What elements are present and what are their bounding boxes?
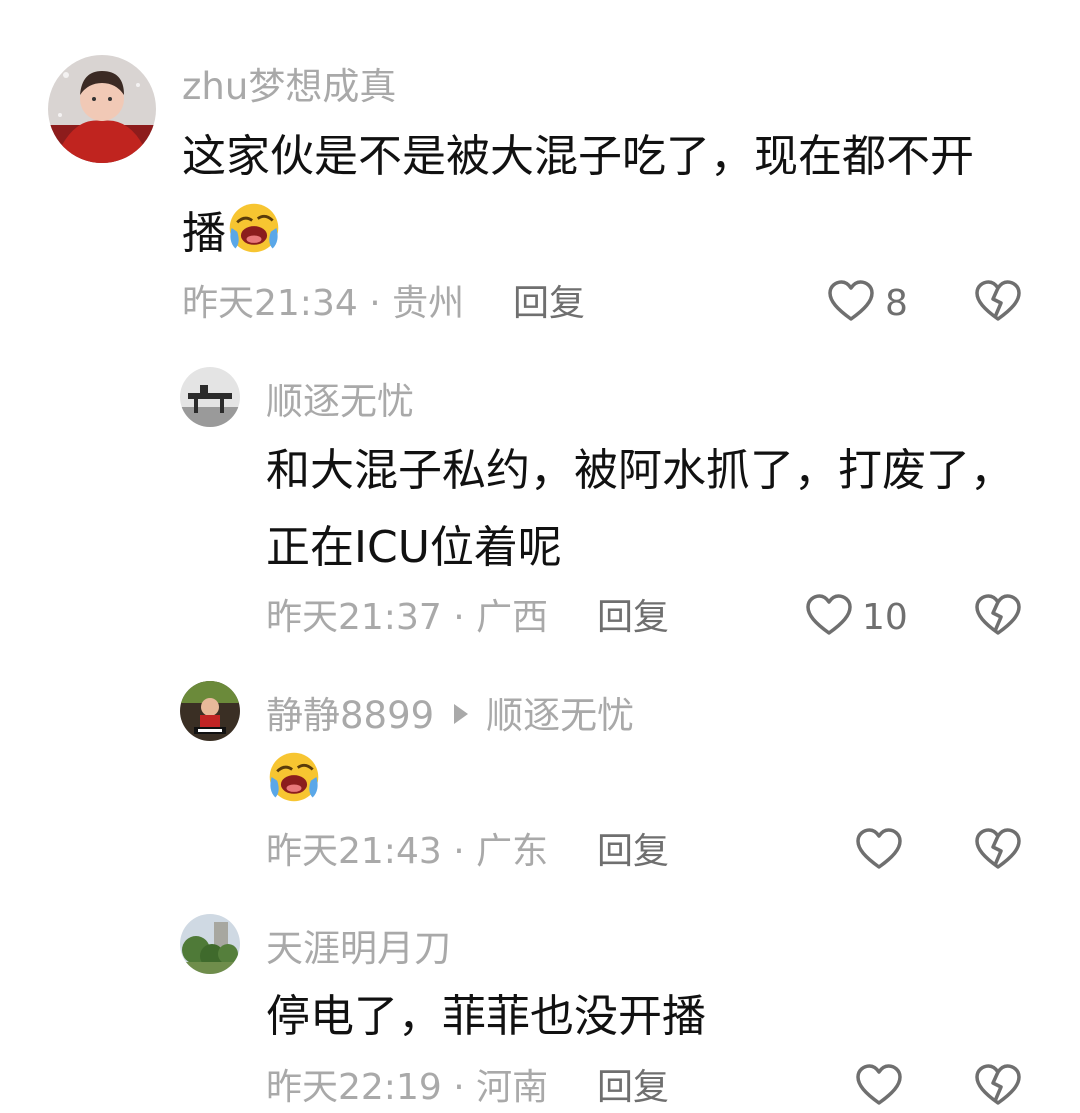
triangle-right-icon	[454, 704, 469, 724]
broken-heart-icon[interactable]	[974, 827, 1022, 871]
avatar-image	[180, 681, 240, 741]
comment-text-line: 停电了，菲菲也没开播	[266, 991, 706, 1042]
reply-button[interactable]: 回复	[597, 1070, 669, 1106]
avatar-image	[48, 55, 156, 163]
reply-to-username[interactable]: 顺逐无忧	[486, 694, 634, 737]
comment-meta: 昨天21:37 · 广西	[266, 600, 548, 636]
username[interactable]: 天涯明月刀	[266, 930, 451, 967]
comment-meta: 昨天21:34 · 贵州	[182, 286, 464, 322]
heart-outline-icon[interactable]	[855, 827, 903, 871]
avatar-image	[180, 914, 240, 974]
timestamp: 昨天22:19	[266, 1067, 442, 1108]
reply-button[interactable]: 回复	[597, 600, 669, 636]
location: 广西	[476, 597, 549, 638]
separator: ·	[453, 597, 465, 638]
rolling-laughing-emoji-icon	[266, 749, 322, 805]
timestamp: 昨天21:43	[266, 831, 442, 872]
comment-text-fragment: 播	[182, 208, 226, 259]
separator: ·	[453, 1067, 465, 1108]
separator: ·	[453, 831, 465, 872]
user-avatar[interactable]	[180, 367, 240, 427]
broken-heart-icon[interactable]	[974, 593, 1022, 637]
comment-meta: 昨天21:43 · 广东	[266, 834, 548, 870]
rolling-laughing-emoji-icon	[226, 200, 282, 256]
comment-text: 这家伙是不是被大混子吃了，现在都不开 播	[182, 118, 974, 272]
username: 静静8899 顺逐无忧	[266, 697, 634, 734]
location: 广东	[476, 831, 549, 872]
comment-text: 停电了，菲菲也没开播	[266, 978, 706, 1055]
reply-button[interactable]: 回复	[513, 286, 585, 322]
comment-thread: zhu梦想成真 这家伙是不是被大混子吃了，现在都不开 播 昨天21:34 · 贵…	[0, 0, 1080, 1113]
heart-outline-icon[interactable]	[805, 593, 853, 637]
comment-text-line: 正在ICU位着呢	[266, 522, 562, 573]
broken-heart-icon[interactable]	[974, 279, 1022, 323]
avatar-image	[180, 367, 240, 427]
user-avatar[interactable]	[180, 914, 240, 974]
reply-button[interactable]: 回复	[597, 834, 669, 870]
like-count: 10	[862, 597, 908, 638]
location: 河南	[476, 1067, 549, 1108]
location: 贵州	[392, 283, 465, 324]
username-link[interactable]: 静静8899	[266, 694, 434, 737]
separator: ·	[369, 283, 381, 324]
comment-text	[266, 744, 322, 821]
comment-text-line: 这家伙是不是被大混子吃了，现在都不开	[182, 131, 974, 182]
heart-outline-icon[interactable]	[827, 279, 875, 323]
timestamp: 昨天21:37	[266, 597, 442, 638]
user-avatar[interactable]	[48, 55, 156, 163]
comment-meta: 昨天22:19 · 河南	[266, 1070, 548, 1106]
timestamp: 昨天21:34	[182, 283, 358, 324]
username[interactable]: 顺逐无忧	[266, 383, 414, 420]
comment-text-line: 播	[182, 195, 974, 272]
heart-outline-icon[interactable]	[855, 1063, 903, 1107]
user-avatar[interactable]	[180, 681, 240, 741]
broken-heart-icon[interactable]	[974, 1063, 1022, 1107]
comment-text: 和大混子私约，被阿水抓了，打废了， 正在ICU位着呢	[266, 432, 1014, 586]
username[interactable]: zhu梦想成真	[182, 68, 396, 105]
comment-text-line: 和大混子私约，被阿水抓了，打废了，	[266, 445, 1014, 496]
like-count: 8	[885, 283, 908, 324]
